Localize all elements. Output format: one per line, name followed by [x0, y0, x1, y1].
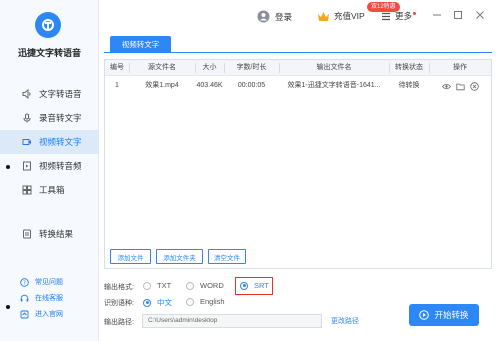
- sidebar-item-label: 录音转文字: [39, 113, 82, 123]
- headset-icon: [20, 294, 29, 303]
- bullet-dot-1: [6, 165, 10, 169]
- svg-text:?: ?: [23, 280, 26, 286]
- question-icon: ?: [20, 277, 29, 287]
- online-support-label: 在线客服: [35, 295, 63, 302]
- format-word-label: WORD: [200, 281, 224, 290]
- play-circle-icon: [419, 310, 430, 320]
- table-header: 编号 源文件名 大小 字数/时长 输出文件名 转换状态 操作: [105, 60, 491, 76]
- sidebar: 迅捷文字转语音 文字转语音 录音转文字 视频转文字 视频转音频 工具箱 转换结果: [0, 0, 99, 341]
- result-icon: [22, 229, 32, 239]
- preview-eye-icon[interactable]: [442, 82, 451, 91]
- radio-circle-selected: [240, 281, 248, 290]
- sidebar-item-video-to-text[interactable]: 视频转文字: [0, 130, 99, 154]
- sidebar-item-audio-to-text[interactable]: 录音转文字: [0, 106, 99, 130]
- notification-dot: [413, 11, 417, 15]
- microphone-icon: [22, 113, 32, 123]
- menu-icon: [381, 12, 391, 21]
- file-table: 编号 源文件名 大小 字数/时长 输出文件名 转换状态 操作 1 效果1.mp4…: [104, 59, 492, 269]
- sidebar-bottom-links: ? 常见问题 在线客服 进入官网: [0, 274, 99, 322]
- minimize-icon[interactable]: [431, 9, 443, 21]
- bullet-dot-2: [6, 305, 10, 309]
- close-icon[interactable]: [474, 9, 486, 21]
- change-path-link[interactable]: 更改路径: [331, 316, 359, 326]
- format-txt-label: TXT: [157, 281, 172, 290]
- clear-files-button[interactable]: 清空文件: [208, 249, 246, 264]
- column-header-status: 转换状态: [395, 64, 423, 71]
- faq-label: 常见问题: [35, 279, 63, 286]
- film-icon: [22, 161, 32, 171]
- format-radio-srt[interactable]: SRT: [240, 281, 269, 290]
- radio-circle-selected: [143, 298, 151, 307]
- start-convert-label: 开始转换: [434, 310, 469, 320]
- radio-circle: [186, 281, 194, 290]
- login-button[interactable]: 登录: [257, 10, 292, 23]
- path-label: 输出路径:: [104, 319, 134, 326]
- sidebar-item-label: 文字转语音: [39, 89, 82, 99]
- output-path-field[interactable]: C:\Users\admin\desktop: [142, 314, 322, 328]
- video-icon: [22, 137, 32, 147]
- language-radio-english[interactable]: English: [186, 297, 225, 306]
- more-menu-button[interactable]: 更多: [381, 10, 417, 22]
- cell-index: 1: [115, 82, 119, 89]
- format-srt-label: SRT: [254, 281, 269, 290]
- sidebar-item-results[interactable]: 转换结果: [0, 222, 99, 246]
- sidebar-item-text-to-speech[interactable]: 文字转语音: [0, 82, 99, 106]
- official-site-link[interactable]: 进入官网: [0, 306, 99, 322]
- cell-source-name: 效果1.mp4: [145, 82, 179, 89]
- radio-circle: [186, 297, 194, 306]
- cell-duration: 00:00:05: [237, 82, 266, 89]
- online-support-link[interactable]: 在线客服: [0, 290, 99, 306]
- column-header-size: 大小: [202, 64, 217, 71]
- topbar: 登录 充值VIP 双12特惠 更多: [99, 0, 499, 32]
- add-file-button[interactable]: 添加文件: [110, 249, 151, 264]
- app-title: 迅捷文字转语音: [17, 48, 81, 58]
- column-header-duration: 字数/时长: [236, 64, 267, 71]
- language-chinese-label: 中文: [157, 298, 172, 307]
- speaker-icon: [22, 89, 32, 99]
- vip-label: 充值VIP: [334, 11, 365, 21]
- format-label: 输出格式:: [104, 284, 134, 291]
- vip-button[interactable]: 充值VIP: [317, 10, 365, 22]
- official-site-label: 进入官网: [35, 311, 63, 318]
- faq-link[interactable]: ? 常见问题: [0, 274, 99, 290]
- column-header-output: 输出文件名: [316, 64, 352, 71]
- language-radio-chinese[interactable]: 中文: [143, 297, 172, 308]
- sidebar-item-video-to-audio[interactable]: 视频转音频: [0, 154, 99, 178]
- table-row[interactable]: 1 效果1.mp4 403.46K 00:00:05 效果1-迅捷文字转语音-1…: [105, 77, 491, 95]
- language-label: 识别语种:: [104, 300, 134, 307]
- cell-status: 待转换: [398, 82, 420, 89]
- sidebar-item-label: 视频转文字: [39, 137, 82, 147]
- user-icon: [257, 10, 270, 23]
- tab-video-to-text[interactable]: 视频转文字: [110, 36, 171, 53]
- sidebar-item-label: 转换结果: [39, 229, 74, 239]
- maximize-icon[interactable]: [452, 9, 464, 21]
- column-header-index: 编号: [110, 64, 124, 71]
- sidebar-item-toolbox[interactable]: 工具箱: [0, 178, 99, 202]
- add-folder-button[interactable]: 添加文件夹: [156, 249, 203, 264]
- open-folder-icon[interactable]: [456, 82, 465, 91]
- sidebar-item-label: 视频转音频: [39, 161, 82, 171]
- radio-circle: [143, 281, 151, 290]
- delete-close-icon[interactable]: [470, 82, 479, 91]
- crown-icon: [317, 11, 330, 22]
- more-label: 更多: [395, 11, 413, 21]
- format-radio-word[interactable]: WORD: [186, 281, 224, 290]
- toolbox-icon: [22, 185, 32, 195]
- start-convert-button[interactable]: 开始转换: [409, 304, 479, 326]
- language-english-label: English: [200, 297, 225, 306]
- login-label: 登录: [275, 11, 293, 22]
- sidebar-nav: 文字转语音 录音转文字 视频转文字 视频转音频 工具箱 转换结果: [0, 82, 99, 246]
- column-header-actions: 操作: [453, 64, 467, 71]
- column-header-source: 源文件名: [148, 64, 176, 71]
- app-logo-icon: [35, 12, 61, 38]
- home-icon: [20, 310, 29, 319]
- cell-output-name: 效果1-迅捷文字转语音-1641...: [287, 82, 381, 89]
- cell-size: 403.46K: [196, 82, 223, 89]
- tab-bar: 视频转文字: [104, 34, 492, 53]
- sidebar-item-label: 工具箱: [39, 185, 65, 195]
- format-radio-txt[interactable]: TXT: [143, 281, 171, 290]
